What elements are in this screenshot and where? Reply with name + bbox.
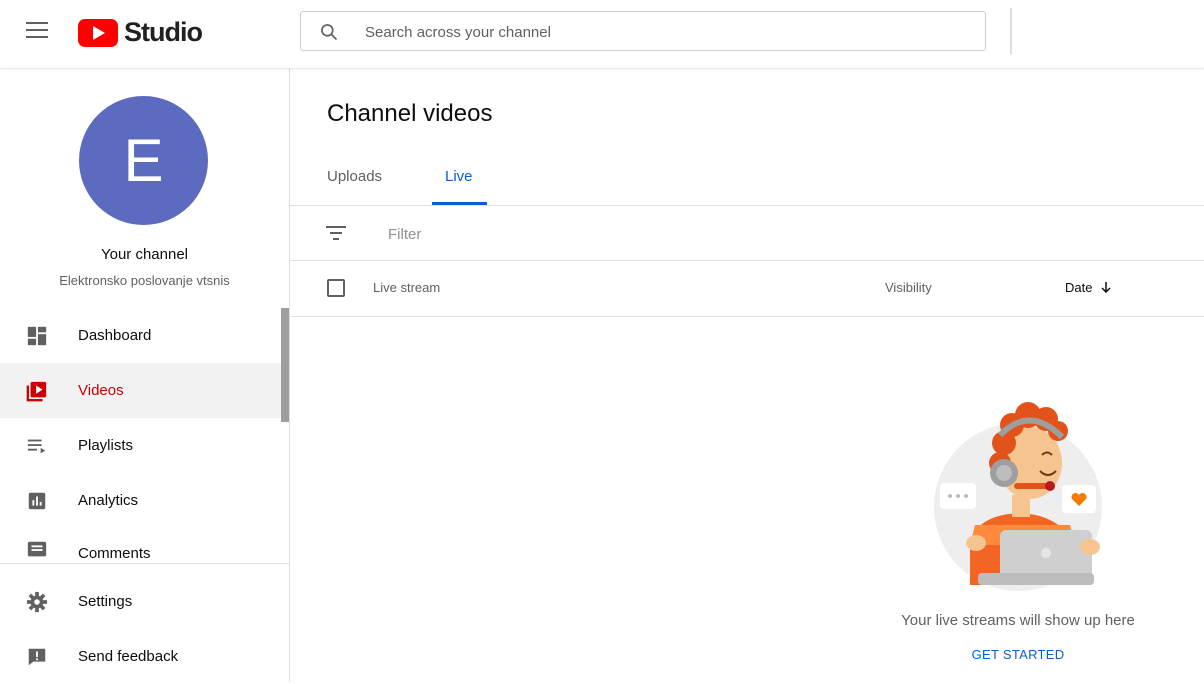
column-header-date[interactable]: Date: [1065, 280, 1112, 295]
comments-icon: [25, 538, 49, 562]
sidebar-item-label: Settings: [78, 593, 133, 610]
sidebar-item-settings[interactable]: Settings: [0, 574, 281, 629]
logo-text: Studio: [124, 17, 203, 47]
sidebar-divider: [0, 563, 289, 564]
header-divider: [1010, 8, 1012, 54]
analytics-icon: [25, 489, 49, 513]
column-header-live-stream: Live stream: [373, 280, 441, 295]
live-streamer-illustration: [934, 402, 1102, 591]
select-all-checkbox[interactable]: [327, 279, 345, 297]
get-started-link[interactable]: GET STARTED: [860, 647, 1176, 662]
playlists-icon: [25, 434, 49, 458]
filter-input[interactable]: [386, 222, 790, 246]
sidebar-item-label: Playlists: [78, 437, 134, 454]
studio-logo[interactable]: Studio: [78, 17, 203, 48]
column-header-date-label: Date: [1065, 280, 1093, 295]
filter-divider: [290, 260, 1204, 261]
gear-icon: [25, 590, 49, 614]
sidebar-item-label: Send feedback: [78, 648, 179, 665]
channel-name: Elektronsko poslovanje vtsnis: [59, 273, 230, 288]
search-icon: [321, 24, 338, 41]
sidebar-item-send-feedback[interactable]: Send feedback: [0, 629, 281, 684]
page-title: Channel videos: [327, 100, 493, 127]
sort-arrow-down-icon: [1101, 282, 1111, 294]
sidebar: E Your channel Elektronsko poslovanje vt…: [0, 68, 290, 682]
sidebar-item-label: Videos: [78, 382, 124, 399]
search-input[interactable]: [363, 20, 967, 44]
sidebar-scrollbar[interactable]: [281, 308, 289, 422]
sidebar-item-analytics[interactable]: Analytics: [0, 473, 281, 528]
search-box[interactable]: [300, 11, 986, 51]
sidebar-item-comments[interactable]: Comments: [0, 528, 281, 564]
sidebar-item-dashboard[interactable]: Dashboard: [0, 308, 281, 363]
dashboard-icon: [25, 324, 49, 348]
videos-icon: [25, 379, 49, 403]
top-bar: Studio: [0, 0, 1204, 68]
channel-avatar[interactable]: E: [79, 96, 208, 225]
youtube-play-icon: [78, 18, 118, 47]
sidebar-item-playlists[interactable]: Playlists: [0, 418, 281, 473]
tabs-divider: [290, 205, 1204, 206]
column-header-visibility: Visibility: [885, 280, 932, 295]
sidebar-item-label: Comments: [78, 545, 151, 562]
channel-title[interactable]: Your channel: [0, 246, 289, 263]
filter-icon[interactable]: [326, 224, 346, 242]
sidebar-item-label: Dashboard: [78, 327, 152, 344]
feedback-icon: [25, 645, 49, 669]
empty-state-message: Your live streams will show up here: [901, 612, 1135, 629]
sidebar-item-label: Analytics: [78, 492, 139, 509]
tab-live[interactable]: Live: [445, 168, 473, 185]
sidebar-item-videos[interactable]: Videos: [0, 363, 281, 418]
header-row-divider: [290, 316, 1204, 317]
menu-icon[interactable]: [26, 22, 48, 40]
tab-uploads[interactable]: Uploads: [327, 168, 382, 185]
